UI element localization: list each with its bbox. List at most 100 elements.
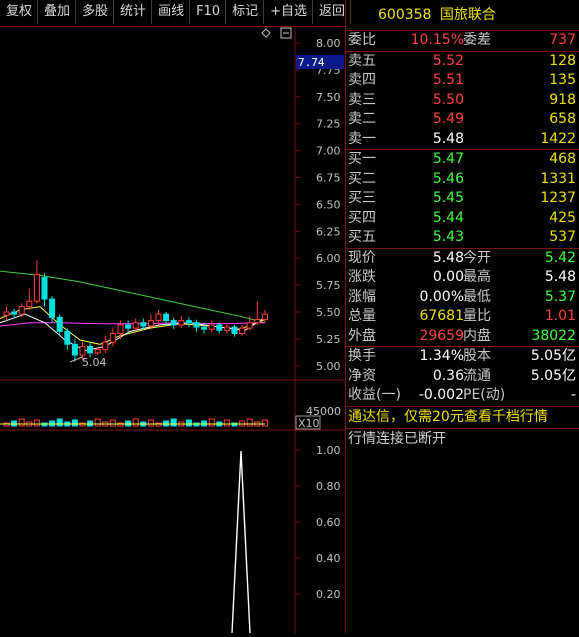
ask-volume: 918 — [549, 91, 576, 108]
toolbar-button-mark[interactable]: 标记 — [227, 0, 265, 24]
volume-bar — [94, 418, 101, 427]
candle — [87, 342, 94, 358]
indicator-axis-label: 0.40 — [316, 552, 341, 565]
bid-volume: 1331 — [540, 170, 576, 187]
price-axis-label: 5.00 — [316, 360, 341, 373]
kline-chart-svg[interactable]: 8.007.757.507.257.006.756.506.256.005.75… — [0, 26, 345, 634]
candle — [155, 309, 162, 325]
stat-label: 涨幅 — [348, 288, 376, 305]
stat-value: 1.01 — [544, 308, 576, 324]
connection-status: 行情连接已断开 — [348, 430, 446, 447]
stat-label: 现价 — [348, 249, 376, 266]
toolbar-button-f10[interactable]: F10 — [191, 0, 227, 24]
diamond-icon[interactable] — [261, 28, 271, 38]
volume-bars — [0, 418, 268, 427]
toolbar-button-draw-line[interactable]: 画线 — [153, 0, 191, 24]
stat-value: 38022 — [531, 327, 576, 344]
indicator-axis-label: 1.00 — [316, 444, 341, 457]
fundamental-row: 收益(一) -0.002 PE(动) - — [346, 386, 579, 406]
fundamental-value: - — [570, 387, 576, 403]
fundamental-row: 净资 0.36 流通 5.05亿 — [346, 367, 579, 387]
fundamental-label: PE(动) — [463, 387, 506, 403]
ask-row: 卖五 5.52 128 — [346, 52, 579, 72]
bid-row: 买四 5.44 425 — [346, 209, 579, 229]
volume-bar — [261, 419, 268, 427]
chart-toolbar: 复权 叠加 多股 统计 画线 F10 标记 +自选 返回 — [0, 0, 352, 27]
toolbar-button-multi-stock[interactable]: 多股 — [77, 0, 115, 24]
stock-header: 600358 国旅联合 — [346, 0, 579, 31]
price-axis-labels: 8.007.757.507.257.006.756.506.256.005.75… — [295, 37, 341, 373]
candle — [223, 322, 230, 334]
candle — [261, 309, 268, 323]
toolbar-button-add-watchlist[interactable]: +自选 — [265, 0, 314, 24]
stat-label: 总量 — [348, 308, 376, 324]
bid-row: 买五 5.43 537 — [346, 228, 579, 248]
stat-label: 外盘 — [348, 327, 376, 344]
stat-value: 67681 — [419, 308, 464, 324]
candle — [102, 335, 109, 353]
bid-price: 5.45 — [432, 190, 464, 206]
stat-value: 0.00% — [419, 288, 464, 305]
candle — [3, 306, 10, 321]
candle — [18, 303, 25, 318]
ask-volume: 135 — [549, 72, 576, 88]
fundamental-value: 5.05亿 — [530, 348, 576, 364]
ask-row: 卖一 5.48 1422 — [346, 130, 579, 150]
bid-price: 5.44 — [432, 209, 464, 226]
ask-label: 卖五 — [348, 52, 376, 69]
toolbar-button-fuquan[interactable]: 复权 — [0, 0, 39, 24]
bid-volume: 425 — [549, 209, 576, 226]
price-axis-label: 5.50 — [316, 306, 341, 319]
moving-average-line — [0, 306, 266, 345]
ask-price: 5.49 — [432, 111, 464, 127]
candle — [216, 322, 223, 334]
indicator-line — [231, 450, 251, 634]
stat-label: 今开 — [463, 249, 491, 266]
bid-price: 5.43 — [432, 229, 464, 245]
price-axis-label: 8.00 — [316, 37, 341, 50]
price-axis-label: 6.50 — [316, 198, 341, 211]
fundamental-label: 净资 — [348, 367, 376, 384]
promo-notice[interactable]: 通达信，仅需20元查看千档行情 — [346, 405, 579, 429]
volume-bar — [223, 419, 230, 427]
fundamental-label: 流通 — [463, 367, 491, 384]
quote-panel: 600358 国旅联合 委比 10.15% 委差 737 卖五 5.52 128 卖… — [345, 0, 579, 633]
ask-row: 卖四 5.51 135 — [346, 71, 579, 91]
stat-label: 内盘 — [463, 327, 491, 344]
bid-row: 买一 5.47 468 — [346, 150, 579, 170]
fundamental-value: 1.34% — [419, 348, 464, 364]
price-axis-label: 7.50 — [316, 91, 341, 104]
low-price-marker: 5.04 — [69, 356, 107, 369]
candle — [71, 338, 78, 362]
kline-chart-panel[interactable]: 8.00 7.75 7.50 7.25 7.00 6.75 6.50 6.25 6.00 5.75… — [0, 26, 345, 634]
price-axis-label: 6.00 — [316, 252, 341, 265]
ask-volume: 128 — [549, 52, 576, 69]
panel-toggle-icon[interactable] — [280, 27, 292, 39]
toolbar-button-statistics[interactable]: 统计 — [115, 0, 153, 24]
bid-price: 5.47 — [432, 151, 464, 167]
ask-price: 5.52 — [432, 52, 464, 69]
bid-list: 买一 5.47 468 买二 5.46 1331 买三 5.45 1237 买四 5.44 42… — [346, 150, 579, 248]
stock-name: 国旅联合 — [439, 7, 496, 23]
indicator-axis-label: 0.60 — [316, 516, 341, 529]
toolbar-button-overlay[interactable]: 叠加 — [39, 0, 77, 24]
price-axis-label: 5.75 — [316, 279, 341, 292]
order-ratio-label: 委比 — [348, 32, 376, 48]
candle — [231, 324, 238, 337]
indicator-axis-label: 0.20 — [316, 588, 341, 601]
volume-bar — [147, 419, 154, 427]
fundamental-value: 0.36 — [432, 367, 464, 384]
candle — [239, 324, 246, 336]
fundamental-row: 换手 1.34% 股本 5.05亿 — [346, 347, 579, 367]
bid-row: 买二 5.46 1331 — [346, 170, 579, 190]
ask-price: 5.51 — [432, 72, 464, 88]
volume-bar — [170, 418, 177, 427]
current-price-tag-text: 7.74 — [298, 56, 325, 69]
stat-row: 涨跌 0.00 最高 5.48 — [346, 268, 579, 288]
candle — [193, 319, 200, 332]
stat-value: 5.48 — [544, 269, 576, 285]
price-axis-label: 6.75 — [316, 172, 341, 185]
low-price-label: 5.04 — [82, 356, 107, 369]
bid-volume: 468 — [549, 151, 576, 167]
candle — [41, 273, 48, 307]
